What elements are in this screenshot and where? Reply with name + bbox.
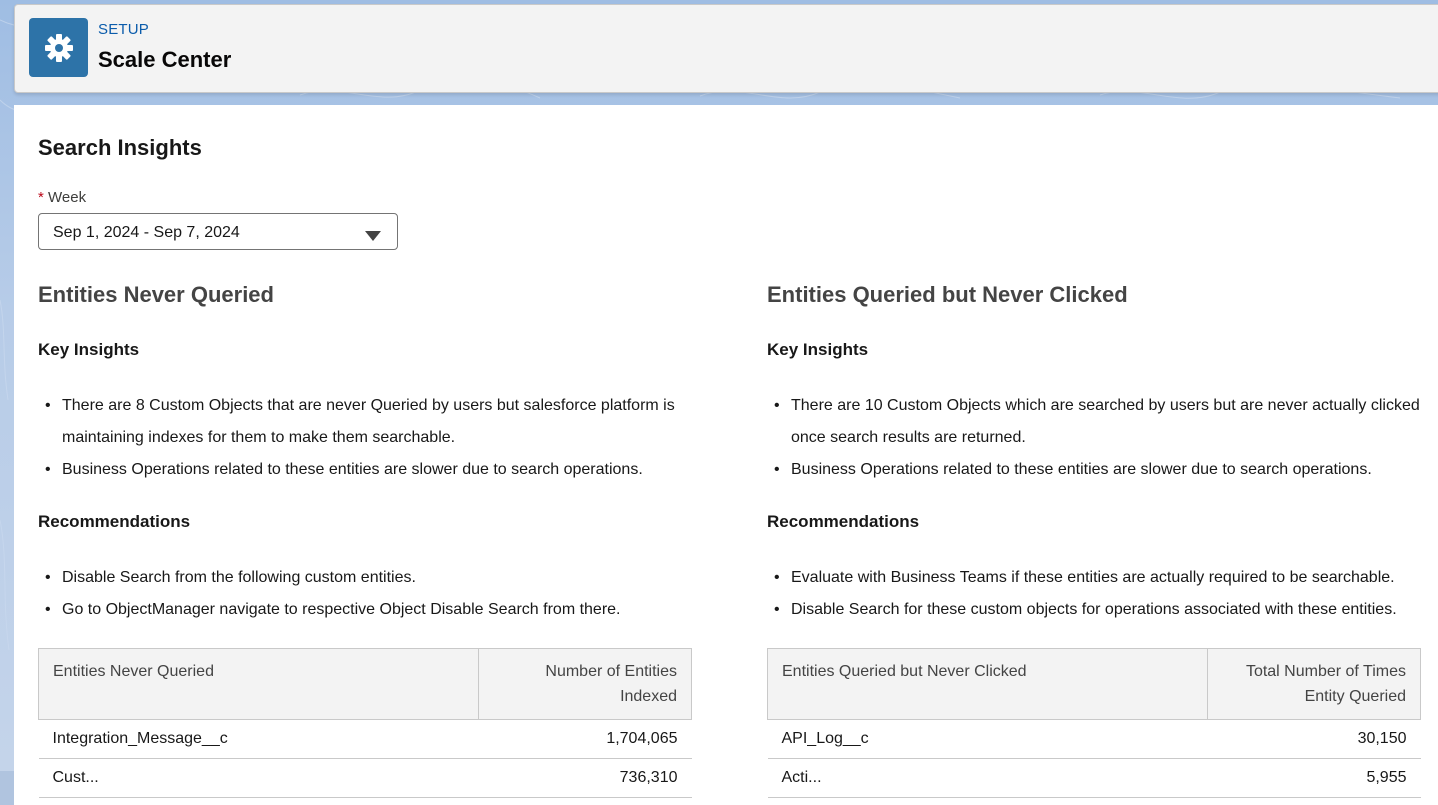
key-insights-list: There are 8 Custom Objects that are neve…: [38, 390, 698, 486]
key-insights-heading: Key Insights: [38, 340, 140, 359]
table-row: Integration_Message__c 1,704,065: [38, 719, 692, 759]
table-row: API_Log__c 30,150: [767, 719, 1421, 759]
header-subtitle: SETUP: [98, 21, 150, 38]
column-header[interactable]: Entities Queried but Never Clicked: [767, 648, 1208, 720]
entities-queried-never-clicked-section: Entities Queried but Never Clicked Key I…: [767, 280, 1437, 798]
required-marker: *: [38, 189, 44, 206]
table-cell: 1,704,065: [478, 719, 692, 759]
list-item: There are 10 Custom Objects which are se…: [767, 390, 1427, 454]
gear-icon: [29, 18, 88, 77]
list-item: There are 8 Custom Objects that are neve…: [38, 390, 698, 454]
table-cell: 736,310: [478, 758, 692, 798]
list-item: Evaluate with Business Teams if these en…: [767, 562, 1427, 594]
table-row: Cust... 736,310: [38, 758, 692, 798]
list-item: Go to ObjectManager navigate to respecti…: [38, 594, 698, 626]
week-select-value: Sep 1, 2024 - Sep 7, 2024: [53, 224, 240, 241]
table-cell: 30,150: [1207, 719, 1421, 759]
recommendations-heading: Recommendations: [38, 512, 191, 531]
section-title: Entities Never Queried: [38, 282, 274, 307]
section-title: Entities Queried but Never Clicked: [767, 282, 1128, 307]
week-label-text: Week: [48, 189, 87, 206]
column-header[interactable]: Entities Never Queried: [38, 648, 479, 720]
table-cell: API_Log__c: [767, 719, 1208, 759]
week-select[interactable]: Sep 1, 2024 - Sep 7, 2024: [38, 213, 398, 250]
table-row: Acti... 5,955: [767, 758, 1421, 798]
column-header[interactable]: Total Number of Times Entity Queried: [1207, 648, 1421, 720]
list-item: Business Operations related to these ent…: [767, 454, 1427, 486]
chevron-down-icon: [365, 228, 381, 246]
table-cell: 5,955: [1207, 758, 1421, 798]
page-header: SETUP Scale Center: [14, 4, 1438, 93]
list-item: Disable Search from the following custom…: [38, 562, 698, 594]
table-cell: Cust...: [38, 758, 479, 798]
content-panel: Search Insights * Week Sep 1, 2024 - Sep…: [14, 105, 1438, 805]
recommendations-list: Disable Search from the following custom…: [38, 562, 698, 626]
table-cell: Acti...: [767, 758, 1208, 798]
recommendations-list: Evaluate with Business Teams if these en…: [767, 562, 1427, 626]
list-item: Business Operations related to these ent…: [38, 454, 698, 486]
key-insights-heading: Key Insights: [767, 340, 869, 359]
list-item: Disable Search for these custom objects …: [767, 594, 1427, 626]
entities-queried-never-clicked-table: Entities Queried but Never Clicked Total…: [767, 648, 1421, 798]
key-insights-list: There are 10 Custom Objects which are se…: [767, 390, 1427, 486]
header-title: Scale Center: [98, 47, 232, 72]
recommendations-heading: Recommendations: [767, 512, 920, 531]
entities-never-queried-section: Entities Never Queried Key Insights Ther…: [38, 280, 708, 798]
table-cell: Integration_Message__c: [38, 719, 479, 759]
week-label: * Week: [38, 189, 86, 206]
page-title: Search Insights: [38, 135, 202, 160]
column-header[interactable]: Number of Entities Indexed: [478, 648, 692, 720]
entities-never-queried-table: Entities Never Queried Number of Entitie…: [38, 648, 692, 798]
